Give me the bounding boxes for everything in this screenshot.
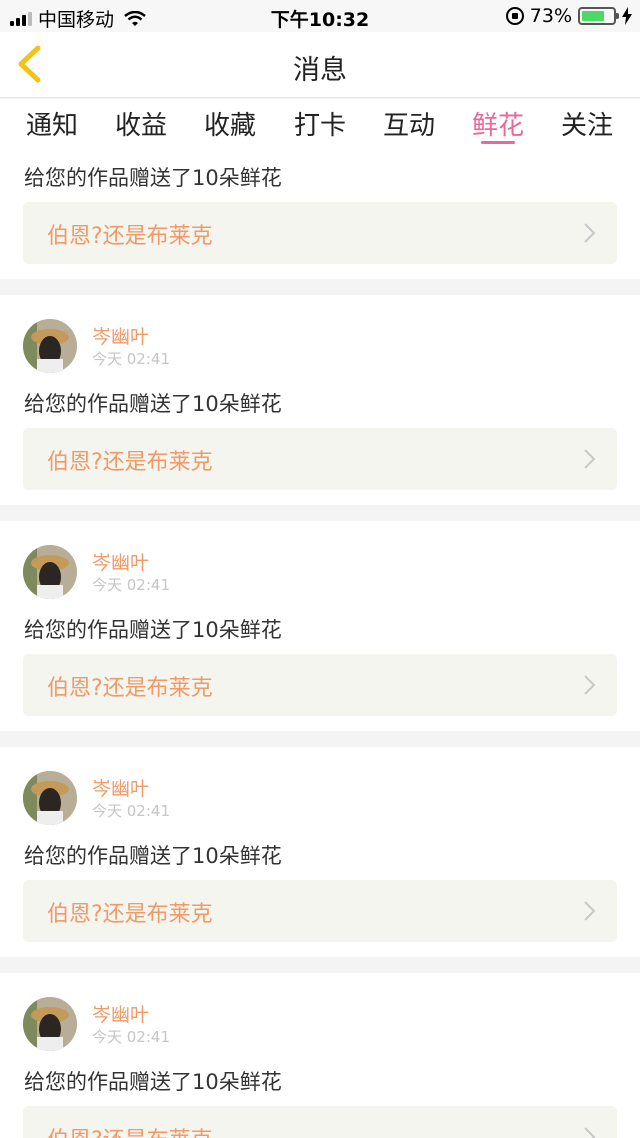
list-item: 岑幽叶 今天 02:41 给您的作品赠送了10朵鲜花 伯恩?还是布莱克	[0, 521, 640, 731]
list-item: 给您的作品赠送了10朵鲜花 伯恩?还是布莱克	[0, 153, 640, 279]
message-text: 给您的作品赠送了10朵鲜花	[24, 166, 282, 190]
avatar[interactable]	[23, 997, 77, 1051]
message-text: 给您的作品赠送了10朵鲜花	[24, 392, 282, 416]
avatar-image	[23, 319, 77, 373]
tab-earnings[interactable]: 收益	[101, 105, 181, 142]
timestamp: 今天 02:41	[92, 1028, 170, 1046]
tab-checkin[interactable]: 打卡	[280, 105, 360, 142]
username[interactable]: 岑幽叶	[92, 548, 149, 575]
work-title: 伯恩?还是布莱克	[47, 902, 213, 927]
active-tab-indicator	[481, 141, 515, 144]
charging-bolt-icon	[622, 7, 632, 25]
work-link[interactable]: 伯恩?还是布莱克	[23, 654, 617, 716]
tab-interactions[interactable]: 互动	[369, 105, 449, 142]
list-item: 岑幽叶 今天 02:41 给您的作品赠送了10朵鲜花 伯恩?还是布莱克	[0, 747, 640, 957]
status-bar: 中国移动 下午10:32 73%	[0, 0, 640, 32]
status-right: 73%	[505, 5, 632, 27]
work-title: 伯恩?还是布莱克	[47, 450, 213, 475]
username[interactable]: 岑幽叶	[92, 322, 149, 349]
work-link[interactable]: 伯恩?还是布莱克	[23, 880, 617, 942]
timestamp: 今天 02:41	[92, 802, 170, 820]
work-title: 伯恩?还是布莱克	[47, 676, 213, 701]
tab-notifications[interactable]: 通知	[12, 105, 92, 142]
avatar-image	[23, 545, 77, 599]
chevron-right-icon	[584, 223, 596, 243]
message-text: 给您的作品赠送了10朵鲜花	[24, 1070, 282, 1094]
message-text: 给您的作品赠送了10朵鲜花	[24, 618, 282, 642]
tab-favorites[interactable]: 收藏	[190, 105, 270, 142]
avatar-image	[23, 997, 77, 1051]
tab-following[interactable]: 关注	[547, 105, 627, 142]
work-link[interactable]: 伯恩?还是布莱克	[23, 428, 617, 490]
rotation-lock-icon	[505, 7, 524, 25]
timestamp: 今天 02:41	[92, 576, 170, 594]
message-text: 给您的作品赠送了10朵鲜花	[24, 844, 282, 868]
timestamp: 今天 02:41	[92, 350, 170, 368]
work-link[interactable]: 伯恩?还是布莱克	[23, 1106, 617, 1138]
chevron-right-icon	[584, 449, 596, 469]
chevron-right-icon	[584, 1127, 596, 1138]
work-title: 伯恩?还是布莱克	[47, 224, 213, 249]
chevron-right-icon	[584, 675, 596, 695]
avatar[interactable]	[23, 771, 77, 825]
username[interactable]: 岑幽叶	[92, 1000, 149, 1027]
battery-percent: 73%	[529, 5, 572, 27]
username[interactable]: 岑幽叶	[92, 774, 149, 801]
chevron-right-icon	[584, 901, 596, 921]
tab-bar: 通知 收益 收藏 打卡 互动 鲜花 关注	[0, 99, 640, 153]
page-title: 消息	[293, 55, 347, 86]
avatar[interactable]	[23, 545, 77, 599]
nav-bar: 消息	[0, 32, 640, 98]
tab-flowers[interactable]: 鲜花	[458, 105, 538, 142]
list-item: 岑幽叶 今天 02:41 给您的作品赠送了10朵鲜花 伯恩?还是布莱克	[0, 973, 640, 1138]
work-title: 伯恩?还是布莱克	[47, 1122, 213, 1138]
battery-icon	[578, 7, 619, 25]
avatar-image	[23, 771, 77, 825]
work-link[interactable]: 伯恩?还是布莱克	[23, 202, 617, 264]
avatar[interactable]	[23, 319, 77, 373]
list-item: 岑幽叶 今天 02:41 给您的作品赠送了10朵鲜花 伯恩?还是布莱克	[0, 295, 640, 505]
